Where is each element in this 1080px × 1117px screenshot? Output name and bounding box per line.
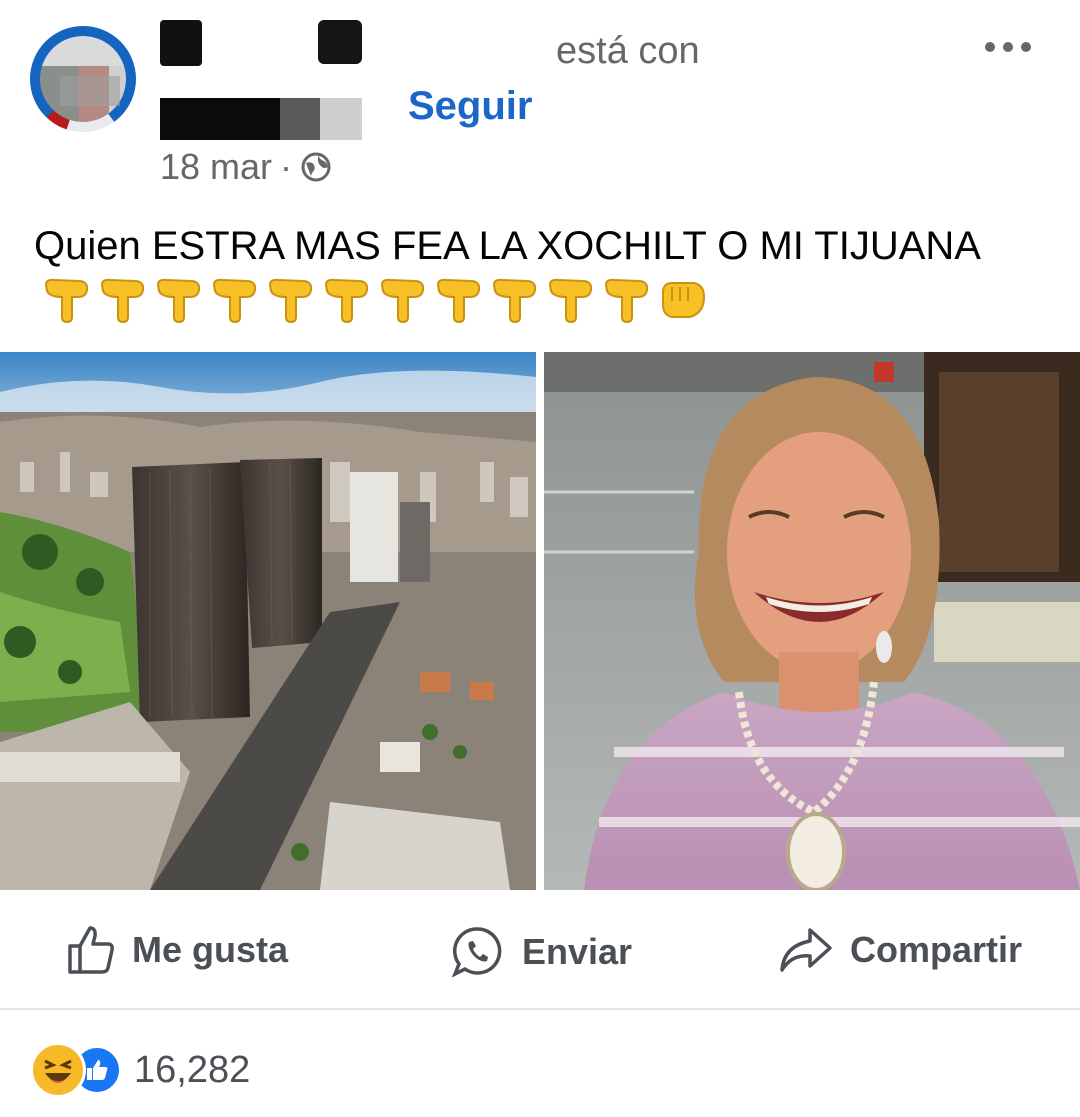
backhand-index-pointing-down-icon <box>604 278 649 323</box>
more-dots-icon <box>1003 42 1013 52</box>
share-label: Compartir <box>850 929 1023 970</box>
follow-button[interactable]: Seguir <box>408 84 532 129</box>
more-options-button[interactable] <box>985 36 1031 58</box>
backhand-index-pointing-down-icon <box>44 278 89 323</box>
globe-icon <box>301 152 331 182</box>
post-meta: 18 mar · <box>160 146 332 188</box>
send-label: Enviar <box>522 931 633 972</box>
backhand-index-pointing-down-icon <box>492 278 537 323</box>
like-label: Me gusta <box>132 929 289 970</box>
send-button[interactable]: Enviar <box>450 924 632 980</box>
share-button[interactable]: Compartir <box>778 924 1022 976</box>
backhand-index-pointing-down-icon <box>548 278 593 323</box>
post-text: Quien ESTRA MAS FEA LA XOCHILT O MI TIJU… <box>34 218 1044 330</box>
more-dots-icon <box>985 42 995 52</box>
profile-avatar[interactable] <box>30 26 136 132</box>
emoji-row <box>42 277 708 323</box>
backhand-index-pointing-down-icon <box>156 278 201 323</box>
backhand-index-pointing-down-icon <box>100 278 145 323</box>
post-actions: Me gusta Enviar Compartir <box>0 910 1080 1000</box>
backhand-index-pointing-down-icon <box>436 278 481 323</box>
like-button[interactable]: Me gusta <box>64 924 288 976</box>
avatar-photo <box>40 36 126 122</box>
backhand-index-pointing-down-icon <box>212 278 257 323</box>
reactions-summary[interactable]: 16,282 <box>30 1042 250 1098</box>
redacted-tagged-name <box>320 98 362 140</box>
oncoming-fist-icon <box>662 282 706 318</box>
tijuana-city-aerial-photo[interactable] <box>0 352 536 890</box>
woman-smiling-photo[interactable] <box>544 352 1080 890</box>
post-text-content: Quien ESTRA MAS FEA LA XOCHILT O MI TIJU… <box>34 224 979 268</box>
avatar-blur <box>60 76 120 106</box>
post-date[interactable]: 18 mar <box>160 146 272 188</box>
more-dots-icon <box>1021 42 1031 52</box>
whatsapp-icon <box>451 927 502 978</box>
backhand-index-pointing-down-icon <box>324 278 369 323</box>
meta-separator: · <box>280 146 293 187</box>
backhand-index-pointing-down-icon <box>380 278 425 323</box>
redacted-name-part <box>160 20 202 66</box>
redacted-tagged-name <box>160 98 280 140</box>
share-arrow-icon <box>780 928 832 972</box>
divider <box>0 1008 1080 1010</box>
backhand-index-pointing-down-icon <box>268 278 313 323</box>
reaction-count[interactable]: 16,282 <box>134 1049 250 1092</box>
photo-grid <box>0 352 1080 890</box>
redacted-tagged-name <box>280 98 320 140</box>
thumbs-up-icon <box>68 926 114 974</box>
tagged-with-label: está con <box>556 30 700 72</box>
redacted-name-part <box>318 20 362 64</box>
haha-reaction-icon <box>30 1042 86 1098</box>
